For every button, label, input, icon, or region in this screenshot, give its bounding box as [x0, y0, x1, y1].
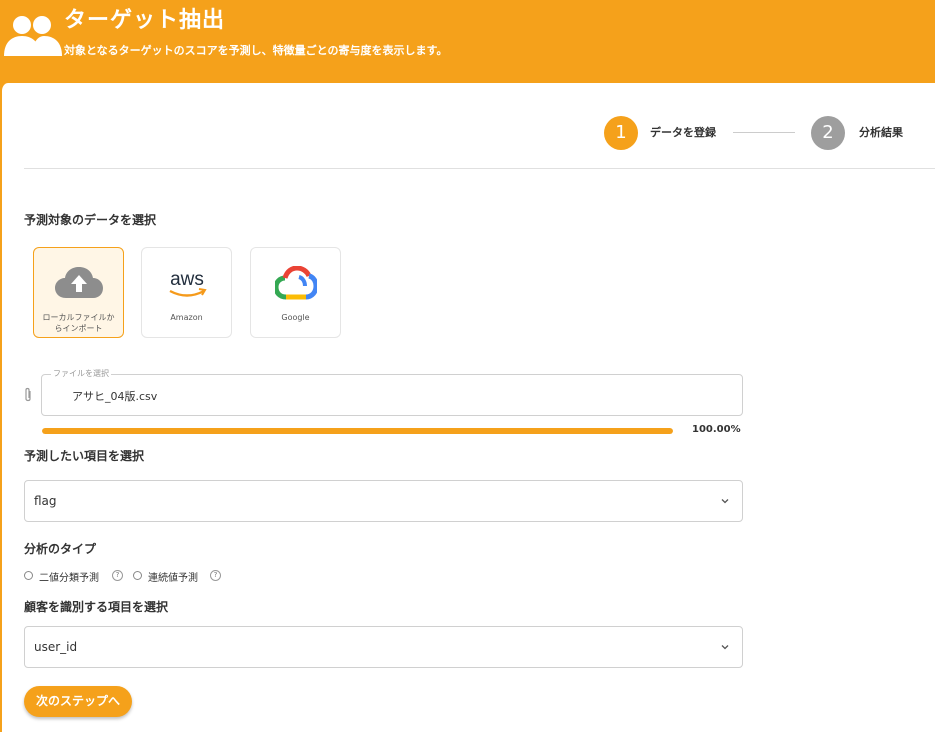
step-2-indicator: 2 — [811, 116, 845, 150]
stepper: 1 データを登録 2 分析結果 — [604, 116, 924, 150]
help-icon[interactable]: ? — [112, 570, 123, 581]
source-tile-local-label: ローカルファイルからインポート — [42, 313, 115, 333]
source-tile-amazon-label: Amazon — [170, 313, 203, 322]
analysis-type-label: 分析のタイプ — [24, 542, 97, 556]
customer-id-value: user_id — [34, 640, 78, 654]
step-1-label: データを登録 — [650, 126, 716, 139]
upload-progress-fill — [42, 428, 673, 434]
paperclip-icon[interactable] — [22, 387, 34, 403]
step-2-label: 分析結果 — [859, 126, 903, 139]
data-source-label: 予測対象のデータを選択 — [24, 213, 157, 227]
customer-id-label: 顧客を識別する項目を選択 — [24, 600, 169, 614]
source-tile-local[interactable]: ローカルファイルからインポート — [33, 247, 124, 338]
source-tile-google[interactable]: Google — [250, 247, 341, 338]
customer-id-select[interactable]: user_id — [24, 626, 743, 668]
file-input[interactable]: ファイルを選択 アサヒ_04版.csv — [41, 368, 743, 416]
google-cloud-logo — [274, 266, 317, 300]
page-title: ターゲット抽出 — [64, 8, 226, 33]
radio-regression[interactable] — [133, 571, 142, 580]
users-icon — [4, 16, 62, 56]
target-item-label: 予測したい項目を選択 — [24, 449, 145, 463]
radio-binary-classification-label[interactable]: 二値分類予測 — [39, 569, 99, 584]
aws-logo-text: aws — [170, 269, 204, 290]
file-input-legend: ファイルを選択 — [51, 368, 111, 379]
file-name: アサヒ_04版.csv — [72, 390, 158, 403]
target-item-select[interactable]: flag — [24, 480, 743, 522]
target-item-value: flag — [34, 494, 57, 508]
chevron-down-icon — [721, 645, 729, 650]
cloud-upload-icon — [54, 267, 103, 298]
radio-binary-classification[interactable] — [24, 571, 33, 580]
step-connector — [733, 132, 795, 133]
next-step-button[interactable]: 次のステップへ — [24, 686, 132, 717]
header-divider — [24, 168, 935, 169]
page-header: ターゲット抽出 対象となるターゲットのスコアを予測し、特徴量ごとの寄与度を表示し… — [0, 0, 935, 84]
upload-progress-text: 100.00% — [692, 424, 741, 435]
step-1-indicator: 1 — [604, 116, 638, 150]
aws-logo: aws — [168, 269, 207, 297]
chevron-down-icon — [721, 499, 729, 504]
radio-regression-label[interactable]: 連続値予測 — [148, 569, 198, 584]
help-icon[interactable]: ? — [210, 570, 221, 581]
page-subtitle: 対象となるターゲットのスコアを予測し、特徴量ごとの寄与度を表示します。 — [64, 44, 448, 57]
source-tile-amazon[interactable]: aws Amazon — [141, 247, 232, 338]
upload-progress-bar — [42, 428, 673, 434]
source-tile-google-label: Google — [281, 313, 310, 322]
